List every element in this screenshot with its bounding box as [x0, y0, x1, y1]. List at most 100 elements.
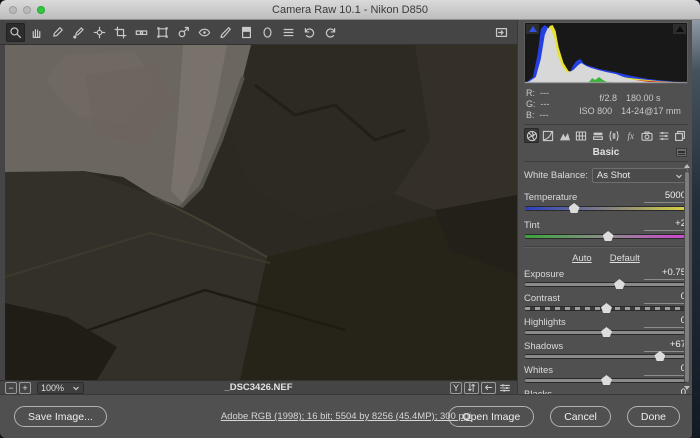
photo-canvas[interactable]	[5, 45, 517, 380]
highlights-slider-thumb[interactable]	[601, 327, 612, 337]
straighten-tool[interactable]	[132, 23, 151, 42]
shadow-clipping-button[interactable]	[526, 24, 539, 34]
shadows-label: Shadows	[524, 341, 563, 352]
preview-swap-icon[interactable]	[464, 382, 479, 394]
white-balance-label: White Balance:	[524, 170, 588, 181]
camera-raw-window: Camera Raw 10.1 - Nikon D850	[0, 0, 700, 438]
tint-value[interactable]: +2	[644, 218, 688, 231]
contrast-slider[interactable]	[525, 307, 687, 310]
titlebar[interactable]: Camera Raw 10.1 - Nikon D850	[0, 0, 700, 20]
exposure-slider-thumb[interactable]	[614, 279, 625, 289]
color-sampler-tool[interactable]	[69, 23, 88, 42]
minimize-window-icon[interactable]	[23, 6, 31, 14]
histogram[interactable]	[524, 22, 688, 84]
section-divider	[524, 246, 688, 247]
tone-curve-tab[interactable]	[541, 128, 556, 143]
detail-tab[interactable]	[557, 128, 572, 143]
highlights-row: Highlights0	[524, 315, 688, 328]
cancel-button[interactable]: Cancel	[550, 406, 611, 427]
contrast-value[interactable]: 0	[644, 291, 688, 304]
radial-filter-tool[interactable]	[258, 23, 277, 42]
exif-readout: R:--- G:--- B:--- f/2.8 180.00 s ISO 800 1…	[524, 84, 688, 125]
workflow-options-link[interactable]: Adobe RGB (1998); 16 bit; 5504 by 8256 (…	[221, 411, 471, 422]
photo-scene	[5, 45, 517, 380]
zoom-window-icon[interactable]	[37, 6, 45, 14]
transform-tool[interactable]	[153, 23, 172, 42]
footer-bar: Save Image... Adobe RGB (1998); 16 bit; …	[0, 394, 692, 438]
white-balance-select[interactable]: As Shot	[592, 168, 688, 183]
whites-value[interactable]: 0	[644, 363, 688, 376]
zoom-level-select[interactable]: 100%	[37, 382, 84, 394]
preview-apply-icon[interactable]	[481, 382, 496, 394]
graduated-filter-tool[interactable]	[237, 23, 256, 42]
exposure-value[interactable]: +0.75	[644, 267, 688, 280]
zoom-in-button[interactable]: +	[19, 382, 31, 394]
temperature-value[interactable]: 5000	[644, 190, 688, 203]
auto-link[interactable]: Auto	[572, 253, 592, 264]
window-body: − + 100% _DSC3426.NEF Y	[0, 20, 692, 438]
basic-tab[interactable]	[524, 128, 539, 143]
lens-value: 14-24@17 mm	[621, 106, 681, 116]
preview-toggle-button[interactable]: Y	[450, 382, 462, 394]
histogram-plot	[525, 23, 687, 83]
contrast-label: Contrast	[524, 293, 560, 304]
default-link[interactable]: Default	[610, 253, 640, 264]
effects-tab[interactable]: fx	[623, 128, 638, 143]
zoom-tool[interactable]	[6, 23, 25, 42]
spot-removal-tool[interactable]	[174, 23, 193, 42]
shadows-row: Shadows +67	[524, 339, 688, 352]
scrollbar-thumb[interactable]	[684, 171, 690, 383]
lens-corrections-tab[interactable]	[607, 128, 622, 143]
shutter-value: 180.00 s	[626, 93, 661, 103]
temperature-slider[interactable]	[525, 207, 687, 210]
highlight-clipping-button[interactable]	[673, 24, 686, 34]
camera-calibration-tab[interactable]	[640, 128, 655, 143]
rgb-readout: R:--- G:--- B:---	[526, 88, 572, 120]
rotate-left-tool[interactable]	[300, 23, 319, 42]
whites-label: Whites	[524, 365, 553, 376]
tint-row: Tint+2	[524, 218, 688, 231]
shadow-clip-icon	[529, 26, 537, 32]
wb-sliders-group: Temperature5000Tint+2	[524, 190, 688, 238]
iso-value: ISO 800	[579, 106, 612, 116]
whites-slider[interactable]	[525, 379, 687, 382]
save-image-button[interactable]: Save Image...	[14, 406, 107, 427]
blacks-value[interactable]: 0	[644, 387, 688, 394]
shadows-value[interactable]: +67	[644, 339, 688, 352]
split-toning-tab[interactable]	[590, 128, 605, 143]
targeted-adjustment-tool[interactable]	[90, 23, 109, 42]
done-button[interactable]: Done	[627, 406, 680, 427]
tint-slider-thumb[interactable]	[603, 231, 614, 241]
adjustment-brush-tool[interactable]	[216, 23, 235, 42]
tone-sliders-group: Exposure+0.75Contrast0Highlights0Shadows…	[524, 267, 688, 394]
highlights-value[interactable]: 0	[644, 315, 688, 328]
exposure-slider[interactable]	[525, 283, 687, 286]
scroll-down-icon[interactable]	[684, 386, 690, 390]
contrast-row: Contrast 0	[524, 291, 688, 304]
aperture-value: f/2.8	[599, 93, 617, 103]
fullscreen-toggle-icon[interactable]	[492, 23, 511, 42]
preferences-tool[interactable]	[279, 23, 298, 42]
rotate-right-tool[interactable]	[321, 23, 340, 42]
whites-slider-thumb[interactable]	[601, 375, 612, 385]
shadows-slider[interactable]	[525, 355, 687, 358]
highlights-slider[interactable]	[525, 331, 687, 334]
white-balance-tool[interactable]	[48, 23, 67, 42]
zoom-out-button[interactable]: −	[5, 382, 17, 394]
toolbar	[0, 20, 517, 45]
crop-tool[interactable]	[111, 23, 130, 42]
red-eye-tool[interactable]	[195, 23, 214, 42]
panel-scrollbar[interactable]	[683, 162, 690, 392]
snapshots-tab[interactable]	[673, 128, 688, 143]
presets-tab[interactable]	[656, 128, 671, 143]
hand-tool[interactable]	[27, 23, 46, 42]
preview-settings-icon[interactable]	[498, 382, 512, 394]
temperature-slider-thumb[interactable]	[569, 203, 580, 213]
tint-slider[interactable]	[525, 235, 687, 238]
panel-menu-icon[interactable]	[676, 148, 687, 157]
contrast-slider-thumb[interactable]	[601, 303, 612, 313]
close-window-icon[interactable]	[9, 6, 17, 14]
shadows-slider-thumb[interactable]	[654, 351, 665, 361]
hsl-grayscale-tab[interactable]	[574, 128, 589, 143]
scroll-up-icon[interactable]	[684, 164, 690, 168]
